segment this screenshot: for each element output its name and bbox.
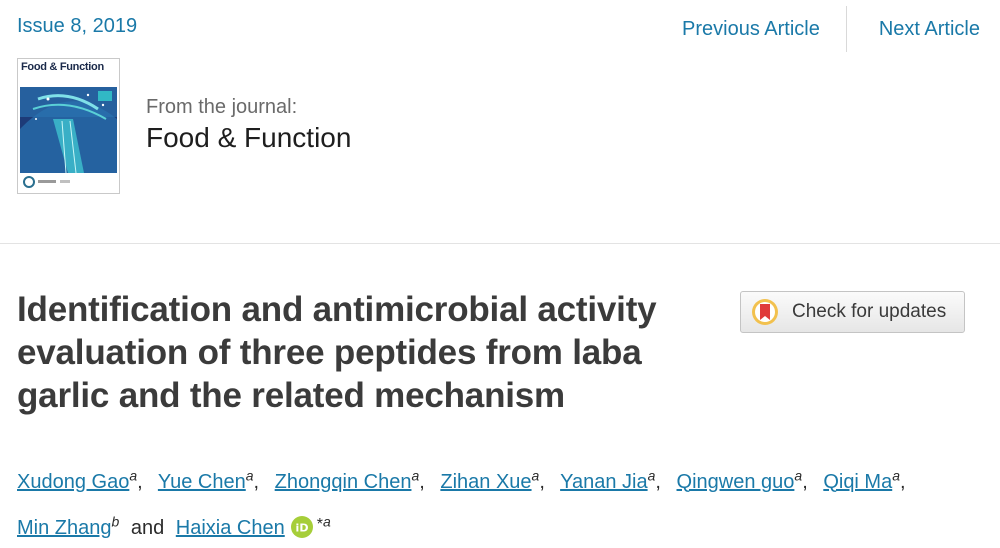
crossmark-icon: [752, 299, 778, 325]
author-link[interactable]: Min Zhang: [17, 517, 112, 539]
affiliation-marker: a: [129, 467, 138, 483]
next-article-link[interactable]: Next Article: [847, 18, 1000, 41]
author-link[interactable]: Qiqi Ma: [823, 471, 892, 493]
cover-art: [18, 59, 119, 193]
orcid-icon[interactable]: iD: [290, 516, 313, 539]
issue-link[interactable]: Issue 8, 2019: [17, 15, 137, 38]
check-for-updates-label: Check for updates: [792, 301, 947, 322]
author-link[interactable]: Haixia Chen: [176, 517, 285, 539]
author-link[interactable]: Zihan Xue: [440, 471, 531, 493]
author-item: Qiqi Maa,: [823, 467, 906, 493]
author-link[interactable]: Yue Chen: [158, 471, 246, 493]
affiliation-marker: b: [111, 513, 120, 530]
affiliation-marker: a: [322, 513, 331, 530]
affiliation-marker: a: [245, 467, 254, 483]
journal-cover-image[interactable]: Food & Function: [17, 58, 120, 194]
author-link[interactable]: Yanan Jia: [560, 471, 647, 493]
author-link[interactable]: Xudong Gao: [17, 471, 129, 493]
author-item: Qingwen guoa,: [676, 467, 808, 493]
cover-title: Food & Function: [21, 61, 104, 73]
author-item: Yue Chena,: [157, 467, 260, 493]
author-link[interactable]: Zhongqin Chen: [275, 471, 412, 493]
author-link[interactable]: Qingwen guo: [677, 471, 795, 493]
svg-text:iD: iD: [295, 522, 308, 535]
author-item: Haixia Chen iD *a: [176, 513, 331, 540]
author-item: Zhongqin Chena,: [274, 467, 425, 493]
affiliation-marker: a: [892, 467, 901, 483]
authors-and-text: and: [130, 517, 165, 540]
author-item: Xudong Gaoa,: [17, 467, 143, 493]
article-navigation: Previous Article Next Article: [682, 6, 1000, 52]
journal-name: Food & Function: [146, 122, 352, 153]
journal-from-label: From the journal:: [146, 96, 298, 118]
author-item: Zihan Xuea,: [440, 467, 545, 493]
check-for-updates-button[interactable]: Check for updates: [740, 291, 965, 333]
article-title: Identification and antimicrobial activit…: [17, 290, 657, 415]
author-list: Xudong Gaoa, Yue Chena, Zhongqin Chena, …: [17, 455, 992, 548]
previous-article-link[interactable]: Previous Article: [682, 18, 846, 41]
author-item: Min Zhangb: [17, 513, 120, 540]
section-divider: [0, 243, 1000, 244]
author-item: Yanan Jiaa,: [560, 467, 661, 493]
